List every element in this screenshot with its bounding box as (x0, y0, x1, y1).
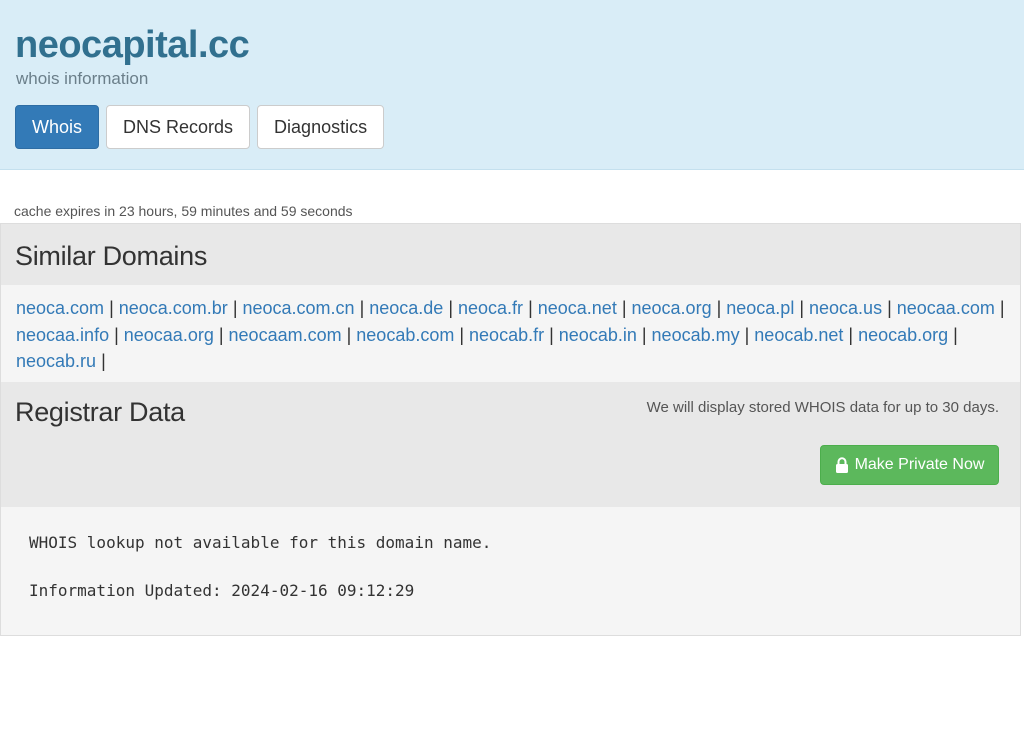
similar-domain-link[interactable]: neoca.pl (726, 298, 794, 318)
whois-line-1: WHOIS lookup not available for this doma… (29, 533, 492, 552)
similar-domain-link[interactable]: neocab.org (858, 325, 948, 345)
domain-separator: | (544, 324, 559, 345)
similar-domain-link[interactable]: neoca.net (538, 298, 617, 318)
similar-domain-link[interactable]: neocaa.com (897, 298, 995, 318)
tab-bar: Whois DNS Records Diagnostics (15, 105, 385, 149)
lock-icon (835, 457, 849, 473)
similar-domain-link[interactable]: neoca.us (809, 298, 882, 318)
domain-separator: | (711, 298, 727, 318)
domain-separator: | (994, 298, 1005, 318)
domain-separator: | (616, 298, 632, 318)
domain-separator: | (227, 298, 243, 318)
domain-separator: | (882, 298, 897, 318)
domain-separator: | (739, 324, 755, 345)
domain-title[interactable]: neocapital.cc (15, 24, 250, 67)
cache-expiry-note: cache expires in 23 hours, 59 minutes an… (14, 203, 353, 219)
similar-domain-link[interactable]: neocab.net (754, 325, 843, 345)
similar-domain-link[interactable]: neoca.org (632, 298, 712, 318)
similar-domain-link[interactable]: neoca.com (16, 298, 104, 318)
similar-domains-list: neoca.com | neoca.com.br | neoca.com.cn … (16, 295, 1016, 375)
whois-line-3: Information Updated: 2024-02-16 09:12:29 (29, 581, 415, 600)
registrar-data-header: Registrar Data We will display stored WH… (1, 382, 1020, 507)
whois-text: WHOIS lookup not available for this doma… (29, 531, 491, 603)
domain-separator: | (794, 298, 810, 318)
make-private-button[interactable]: Make Private Now (820, 445, 999, 485)
similar-domains-header: Similar Domains (1, 224, 1020, 285)
similar-domain-link[interactable]: neoca.de (369, 298, 443, 318)
domain-separator: | (948, 324, 958, 345)
similar-domains-body: neoca.com | neoca.com.br | neoca.com.cn … (1, 285, 1020, 382)
similar-domain-link[interactable]: neoca.com.br (119, 298, 228, 318)
page-header: neocapital.cc whois information Whois DN… (0, 0, 1024, 170)
tab-diagnostics[interactable]: Diagnostics (257, 105, 385, 149)
page-subtitle: whois information (16, 69, 149, 88)
make-private-label: Make Private Now (854, 456, 985, 473)
similar-domain-link[interactable]: neocab.in (559, 325, 637, 345)
domain-separator: | (341, 324, 357, 345)
registrar-retention-note: We will display stored WHOIS data for up… (646, 399, 999, 416)
similar-domains-title: Similar Domains (15, 241, 208, 271)
domain-separator: | (454, 324, 470, 345)
domain-separator: | (523, 298, 538, 318)
domain-separator: | (636, 324, 652, 345)
similar-domain-link[interactable]: neocaa.info (16, 325, 109, 345)
domain-separator: | (443, 298, 459, 318)
similar-domain-link[interactable]: neocab.fr (469, 325, 544, 345)
results-panel: Similar Domains neoca.com | neoca.com.br… (0, 223, 1021, 636)
similar-domain-link[interactable]: neocab.com (356, 325, 454, 345)
similar-domain-link[interactable]: neocaa.org (124, 325, 214, 345)
domain-separator: | (109, 324, 124, 345)
registrar-data-title: Registrar Data (15, 397, 185, 427)
similar-domain-link[interactable]: neocaam.com (229, 325, 342, 345)
domain-separator: | (104, 298, 119, 318)
tab-whois[interactable]: Whois (15, 105, 100, 149)
domain-separator: | (354, 298, 370, 318)
similar-domain-link[interactable]: neocab.ru (16, 351, 96, 371)
tab-dns-records[interactable]: DNS Records (106, 105, 251, 149)
domain-separator: | (96, 351, 106, 371)
whois-output: WHOIS lookup not available for this doma… (1, 507, 1020, 635)
similar-domain-link[interactable]: neoca.com.cn (243, 298, 355, 318)
similar-domain-link[interactable]: neoca.fr (458, 298, 523, 318)
domain-separator: | (213, 324, 229, 345)
similar-domain-link[interactable]: neocab.my (652, 325, 740, 345)
domain-separator: | (843, 324, 859, 345)
